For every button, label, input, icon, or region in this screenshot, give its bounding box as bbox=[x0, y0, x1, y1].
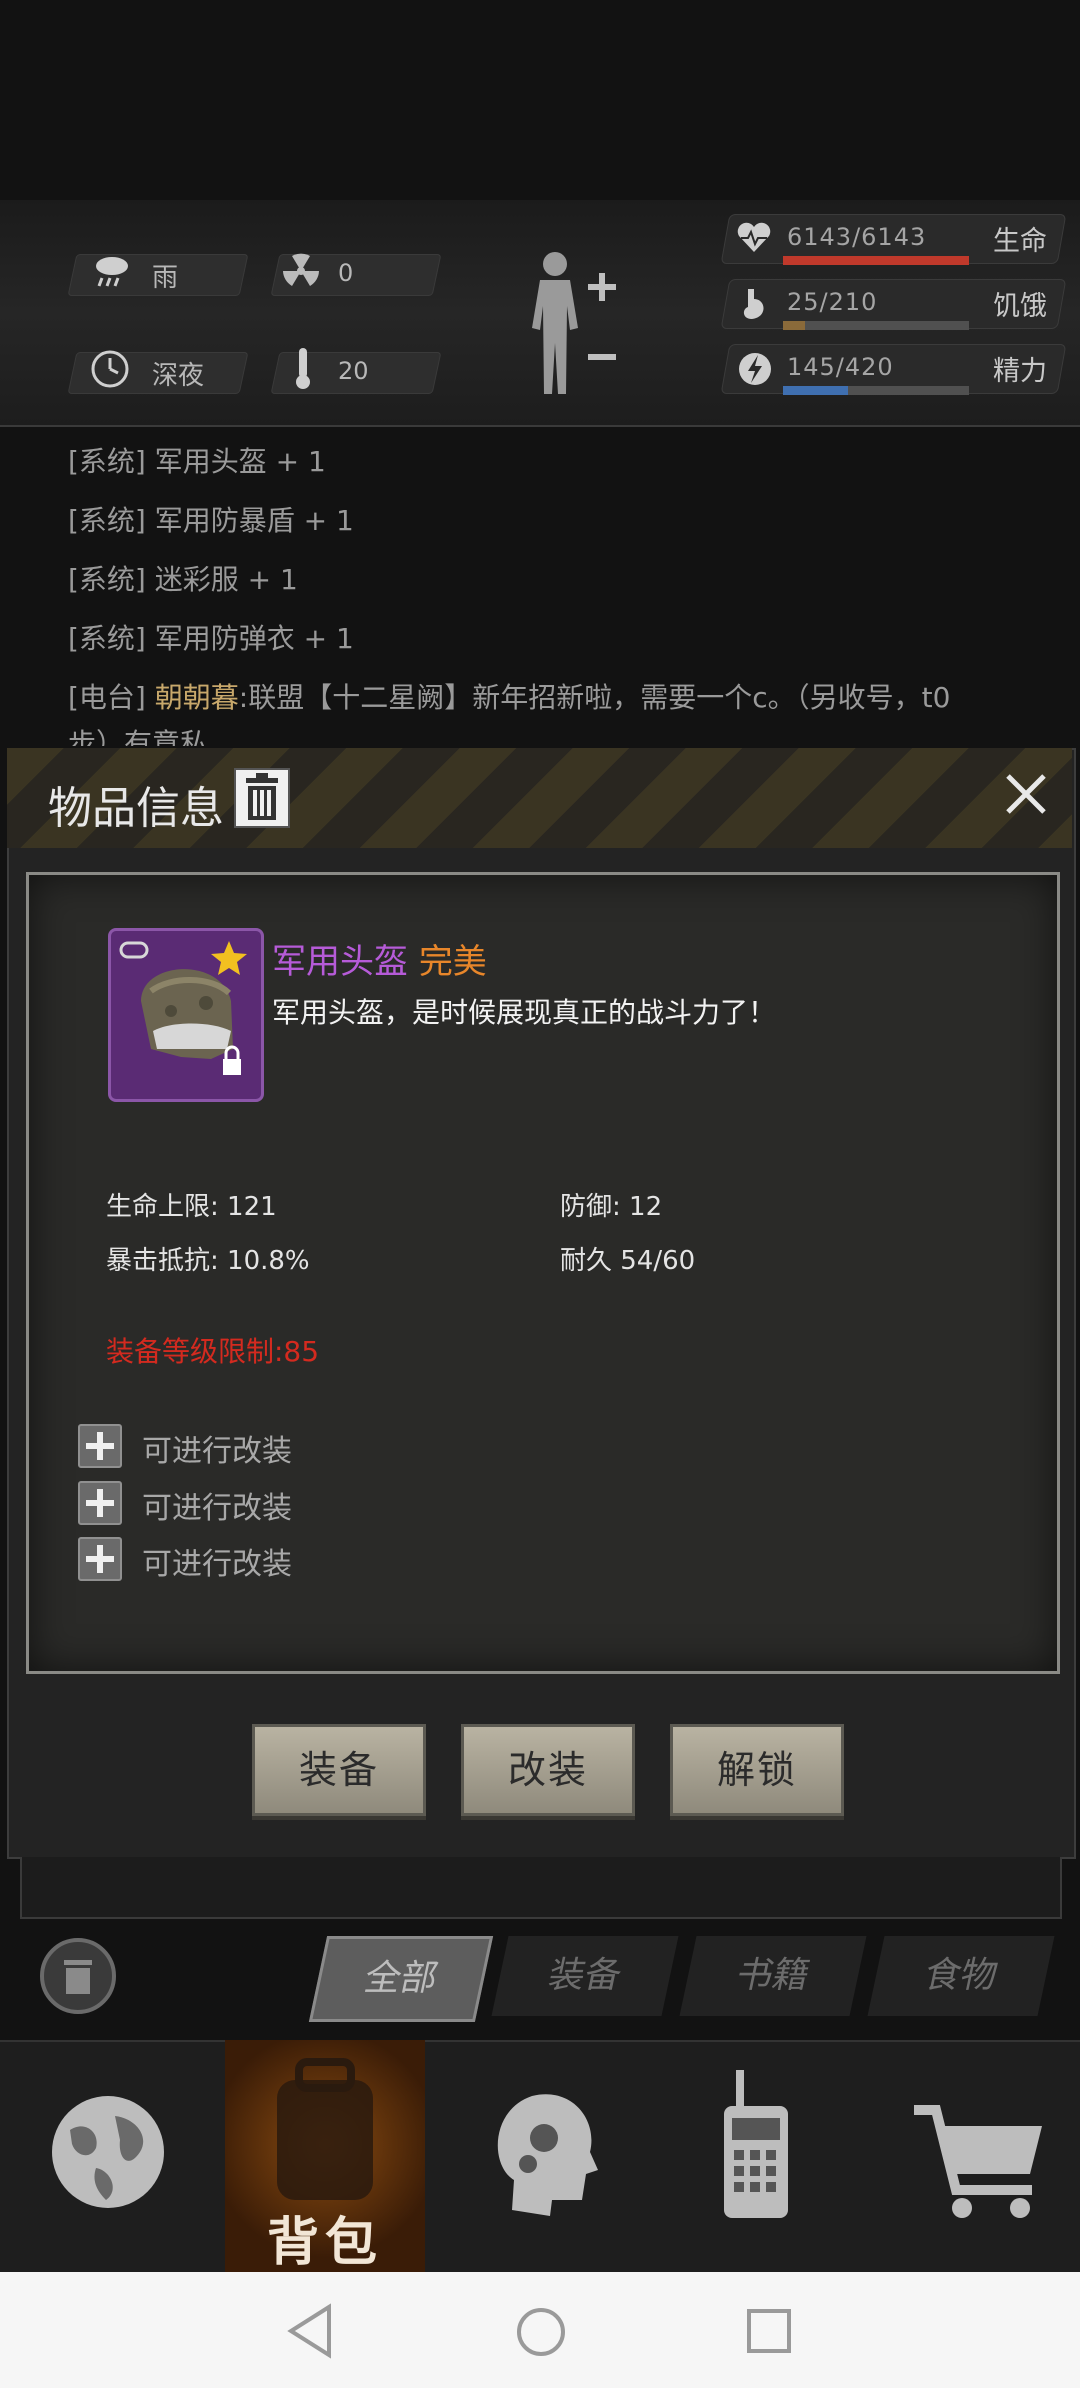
level-requirement: 装备等级限制:85 bbox=[106, 1335, 320, 1368]
tab-all[interactable]: 全部 bbox=[308, 1936, 494, 2022]
log-line: [电台] 朝朝暮:联盟【十二星阙】新年招新啦，需要一个c。（另收号，t0 bbox=[68, 681, 951, 714]
stat-hp: 生命上限: 121 bbox=[106, 1192, 277, 1222]
hp-bar-fill bbox=[783, 256, 969, 265]
item-quality: 完美 bbox=[418, 942, 487, 982]
add-mod-icon[interactable] bbox=[78, 1424, 122, 1468]
nav-backpack[interactable]: 背包 bbox=[225, 2040, 425, 2273]
add-mod-icon[interactable] bbox=[78, 1481, 122, 1525]
thermometer-icon bbox=[292, 346, 314, 394]
recents-icon[interactable] bbox=[746, 2308, 792, 2358]
home-icon[interactable] bbox=[515, 2306, 567, 2362]
modify-button[interactable]: 改装 bbox=[461, 1724, 635, 1816]
nav-shop[interactable] bbox=[864, 2040, 1080, 2272]
character-body-icon[interactable] bbox=[520, 248, 620, 402]
hunger-bar bbox=[783, 321, 969, 330]
energy-icon bbox=[738, 350, 772, 392]
nav-world[interactable] bbox=[0, 2040, 216, 2272]
log-line: [系统] 迷彩服 + 1 bbox=[68, 563, 298, 596]
unlock-button[interactable]: 解锁 bbox=[670, 1724, 844, 1816]
equip-button[interactable]: 装备 bbox=[252, 1724, 426, 1816]
discard-icon[interactable] bbox=[38, 1936, 118, 2020]
back-icon[interactable] bbox=[285, 2303, 335, 2363]
tab-food[interactable]: 食物 bbox=[867, 1936, 1055, 2016]
item-name: 军用头盔 bbox=[272, 942, 408, 982]
hunger-bar-fill bbox=[783, 321, 806, 330]
mod-slot-label: 可进行改装 bbox=[142, 1491, 292, 1526]
temperature-value: 20 bbox=[338, 357, 369, 385]
log-line: [系统] 军用防弹衣 + 1 bbox=[68, 622, 354, 655]
heart-icon bbox=[736, 222, 772, 258]
stat-crit-resist: 暴击抵抗: 10.8% bbox=[106, 1246, 310, 1276]
trash-icon[interactable] bbox=[234, 768, 290, 832]
log-line: [系统] 军用头盔 + 1 bbox=[68, 445, 326, 478]
stat-defense: 防御: 12 bbox=[560, 1192, 663, 1222]
hunger-label: 饥饿 bbox=[993, 291, 1047, 322]
log-line: [系统] 军用防暴盾 + 1 bbox=[68, 504, 354, 537]
globe-icon bbox=[52, 2096, 164, 2208]
modal-title: 物品信息 bbox=[48, 783, 224, 834]
energy-bar-fill bbox=[783, 386, 849, 395]
hunger-value: 25/210 bbox=[787, 288, 878, 316]
clock-icon bbox=[90, 349, 130, 393]
tab-books[interactable]: 书籍 bbox=[679, 1936, 867, 2016]
item-title: 军用头盔 完美 bbox=[272, 934, 487, 983]
shopping-cart-icon bbox=[914, 2105, 1042, 2218]
rain-cloud-icon bbox=[92, 250, 132, 294]
weather-text: 雨 bbox=[152, 263, 179, 293]
radiation-icon bbox=[282, 252, 320, 294]
time-text: 深夜 bbox=[152, 361, 205, 391]
hp-label: 生命 bbox=[993, 226, 1047, 257]
stomach-icon bbox=[738, 287, 770, 325]
mod-slot-label: 可进行改装 bbox=[142, 1434, 292, 1469]
hp-value: 6143/6143 bbox=[787, 223, 927, 251]
mod-slot-label: 可进行改装 bbox=[142, 1547, 292, 1582]
head-gear-icon bbox=[497, 2094, 598, 2216]
log-line: 步）有意私 bbox=[68, 727, 209, 746]
energy-bar bbox=[783, 386, 969, 395]
radiation-value: 0 bbox=[338, 259, 354, 287]
hp-bar bbox=[783, 256, 969, 265]
energy-label: 精力 bbox=[993, 356, 1047, 387]
nav-radio[interactable] bbox=[648, 2040, 864, 2272]
helmet-item-icon bbox=[108, 928, 264, 1102]
backpack-label: 背包 bbox=[266, 2213, 383, 2273]
tab-equipment[interactable]: 装备 bbox=[491, 1936, 679, 2016]
add-mod-icon[interactable] bbox=[78, 1537, 122, 1581]
stat-durability: 耐久 54/60 bbox=[560, 1246, 696, 1276]
item-description: 军用头盔，是时候展现真正的战斗力了！ bbox=[272, 996, 777, 1029]
nav-skills[interactable] bbox=[432, 2040, 648, 2272]
energy-value: 145/420 bbox=[787, 353, 894, 381]
walkie-talkie-icon bbox=[724, 2070, 788, 2218]
inventory-grid-edge bbox=[20, 1857, 1062, 1919]
close-icon[interactable] bbox=[1002, 770, 1050, 822]
